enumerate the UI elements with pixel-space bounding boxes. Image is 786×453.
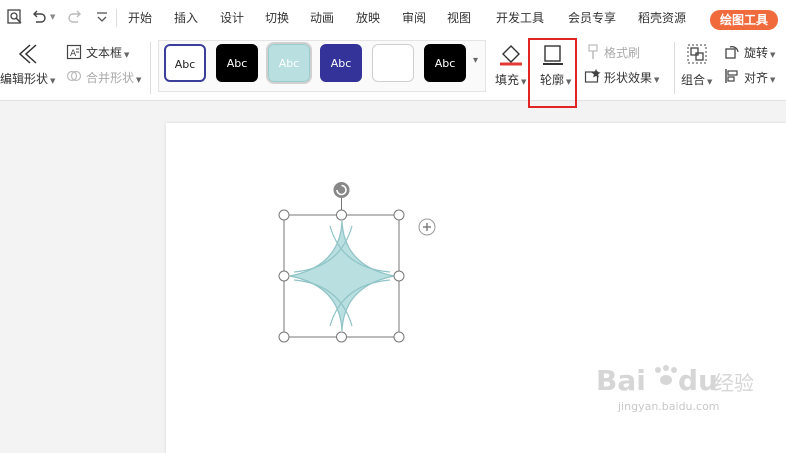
ribbon-separator <box>674 42 675 94</box>
tab-design[interactable]: 设计 <box>220 9 244 27</box>
group-dropdown-icon: ▼ <box>707 78 713 86</box>
resize-handle-top-right[interactable] <box>393 209 405 221</box>
svg-text:du: du <box>678 364 718 397</box>
print-preview-icon[interactable] <box>6 8 24 26</box>
ribbon-separator <box>150 42 151 94</box>
shape-effect-label: 形状效果 <box>604 71 653 85</box>
undo-icon[interactable] <box>30 8 48 26</box>
fill-label: 填充 <box>495 73 520 87</box>
style-swatch[interactable]: Abc <box>320 44 362 82</box>
menu-bar: ▼ 开始 插入 设计 切换 动画 放映 审阅 视图 开发工具 会员专享 稻壳资源… <box>0 0 786 36</box>
merge-shape-dropdown-icon: ▼ <box>136 76 142 84</box>
resize-handle-bottom[interactable] <box>336 331 347 343</box>
rotate-button[interactable]: 旋转 ▼ <box>744 44 775 61</box>
fill-dropdown-icon: ▼ <box>521 78 527 86</box>
align-dropdown-icon: ▼ <box>770 76 776 84</box>
group-label: 组合 <box>681 73 706 87</box>
format-painter-button[interactable]: 格式刷 <box>604 44 640 61</box>
merge-shape-label: 合并形状 <box>86 71 135 85</box>
text-box-button[interactable]: 文本框 ▼ <box>86 44 129 61</box>
edit-shape-button[interactable]: 编辑形状 ▼ <box>0 70 55 87</box>
redo-icon[interactable] <box>66 8 84 26</box>
edit-shape-dropdown-icon: ▼ <box>50 77 56 85</box>
rotate-label: 旋转 <box>744 46 769 60</box>
style-swatch[interactable]: Abc <box>424 44 466 82</box>
rotate-icon <box>725 46 739 59</box>
selected-shape[interactable] <box>270 176 450 351</box>
quick-access-dropdown-icon[interactable] <box>93 8 111 26</box>
watermark: Bai du 经验 jingyan.baidu.com <box>596 360 756 420</box>
tab-insert[interactable]: 插入 <box>174 9 198 27</box>
merge-shape-button[interactable]: 合并形状 ▼ <box>86 69 141 86</box>
svg-text:经验: 经验 <box>714 371 754 395</box>
shape-star-four-arc[interactable] <box>289 220 395 332</box>
tab-docer[interactable]: 稻壳资源 <box>638 9 686 27</box>
watermark-url: jingyan.baidu.com <box>618 400 720 413</box>
edit-shape-icon[interactable] <box>14 42 42 66</box>
undo-dropdown-icon[interactable]: ▼ <box>50 13 55 21</box>
resize-handle-left[interactable] <box>278 270 290 282</box>
text-box-dropdown-icon: ▼ <box>124 51 130 59</box>
format-painter-icon <box>588 44 598 59</box>
resize-handle-right[interactable] <box>393 270 405 282</box>
style-swatch-selected[interactable]: Abc <box>266 42 312 84</box>
tab-animation[interactable]: 动画 <box>310 9 334 27</box>
group-icon[interactable] <box>685 42 709 66</box>
tab-home[interactable]: 开始 <box>128 9 152 27</box>
svg-text:Bai: Bai <box>596 364 646 397</box>
layout-options-icon[interactable] <box>418 218 436 236</box>
fill-icon[interactable] <box>498 42 524 66</box>
style-swatch[interactable]: Abc <box>164 44 206 82</box>
shape-effect-button[interactable]: 形状效果 ▼ <box>604 69 659 86</box>
gallery-more-icon[interactable]: ▾ <box>473 55 478 66</box>
tab-view[interactable]: 视图 <box>447 9 471 27</box>
align-label: 对齐 <box>744 71 769 85</box>
menu-separator <box>116 9 117 27</box>
resize-handle-bottom-left[interactable] <box>278 331 290 343</box>
tab-drawing-tools[interactable]: 绘图工具 <box>710 10 778 30</box>
tab-transition[interactable]: 切换 <box>265 9 289 27</box>
align-button[interactable]: 对齐 ▼ <box>744 69 775 86</box>
outline-highlight-box <box>528 38 577 108</box>
shape-effect-icon <box>584 69 601 83</box>
style-swatch[interactable]: Abc <box>216 44 258 82</box>
group-button[interactable]: 组合 ▼ <box>681 71 712 88</box>
tab-slideshow[interactable]: 放映 <box>356 9 380 27</box>
resize-handle-top-left[interactable] <box>278 209 290 221</box>
resize-handle-top[interactable] <box>336 209 347 221</box>
resize-handle-bottom-right[interactable] <box>393 331 405 343</box>
svg-text:A: A <box>70 49 77 59</box>
shape-effect-dropdown-icon: ▼ <box>654 76 660 84</box>
rotate-dropdown-icon: ▼ <box>770 51 776 59</box>
text-box-label: 文本框 <box>86 46 123 60</box>
watermark-logo: Bai du 经验 <box>596 364 754 397</box>
text-box-icon: A <box>66 44 82 60</box>
tab-member[interactable]: 会员专享 <box>568 9 616 27</box>
rotate-handle-icon[interactable] <box>333 182 350 198</box>
fill-button[interactable]: 填充 ▼ <box>495 71 526 88</box>
align-icon <box>725 69 738 83</box>
merge-shape-icon <box>66 70 82 82</box>
style-swatch[interactable] <box>372 44 414 82</box>
shape-style-gallery: Abc Abc Abc Abc Abc <box>158 40 486 92</box>
tab-developer[interactable]: 开发工具 <box>496 9 544 27</box>
edit-shape-label: 编辑形状 <box>0 72 49 86</box>
tab-review[interactable]: 审阅 <box>402 9 426 27</box>
